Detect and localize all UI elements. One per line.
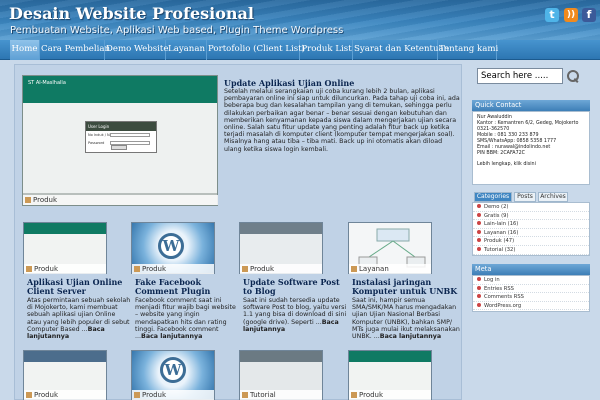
nav-item-portofolio[interactable]: Portofolio (Client List) (208, 40, 305, 60)
nav-item-tentang-kami[interactable]: Tentang kami (439, 40, 498, 60)
categories-widget: Demo (2) Gratis (9) Lain-lain (16) Layan… (472, 202, 590, 256)
tag-icon (242, 392, 248, 398)
main-nav: Home Cara Pembelian Demo Website Layanan… (0, 40, 600, 60)
list-item[interactable]: Produk (47) (473, 237, 589, 246)
contact-more-link[interactable]: Lebih lengkap, klik disini (477, 162, 585, 168)
nav-item-syarat[interactable]: Syarat dan Ketentuan (354, 40, 449, 60)
bullet-icon (477, 204, 481, 208)
site-header: Desain Website Profesional Pembuatan Web… (0, 0, 600, 40)
nav-item-cara-pembelian[interactable]: Cara Pembelian (41, 40, 110, 60)
tab-categories[interactable]: Categories (474, 192, 512, 202)
category-list: Demo (2) Gratis (9) Lain-lain (16) Layan… (473, 203, 589, 255)
list-item[interactable]: WordPress.org (473, 302, 589, 311)
bullet-icon (477, 302, 481, 307)
nav-item-demo-website[interactable]: Demo Website (106, 40, 168, 60)
search-input[interactable]: Search here ..... (477, 68, 563, 84)
meta-title: Meta (472, 264, 590, 275)
tag-icon (351, 392, 357, 398)
facebook-icon[interactable]: f (582, 8, 596, 22)
category-tag[interactable]: Produk (24, 390, 106, 400)
list-item[interactable]: Gratis (9) (473, 212, 589, 221)
meta-widget: Log in Entries RSS Comments RSS WordPres… (472, 275, 590, 312)
thumbnail-logo-text: ST Al-Maslhalla (28, 80, 66, 86)
nav-item-produk-list[interactable]: Produk List (301, 40, 353, 60)
post-excerpt: Saat ini sudah tersedia update software … (243, 297, 347, 333)
wordpress-icon: W (160, 357, 186, 383)
bullet-icon (477, 277, 481, 281)
tab-posts[interactable]: Posts (514, 192, 536, 202)
category-tag[interactable]: Produk (24, 264, 106, 274)
login-form-preview: User Login No Induk / Nama Password (85, 121, 157, 153)
list-item[interactable]: Entries RSS (473, 285, 589, 294)
quick-contact-widget: Nur Awaluddin Kantor : Kemantren 6/2, Ge… (472, 111, 590, 185)
tag-icon (134, 392, 140, 398)
featured-thumbnail[interactable]: ST Al-Maslhalla User Login No Induk / Na… (22, 75, 218, 206)
tag-icon (26, 266, 32, 272)
wordpress-icon: W (158, 233, 184, 259)
contact-info: Nur Awaluddin Kantor : Kemantren 6/2, Ge… (473, 112, 589, 171)
post-title[interactable]: Update Software Post to Blog (243, 278, 343, 296)
twitter-icon[interactable]: t (545, 8, 559, 22)
meta-list: Log in Entries RSS Comments RSS WordPres… (473, 276, 589, 311)
post-title[interactable]: Instalasi jaringan Komputer untuk UNBK (352, 278, 458, 296)
category-tag[interactable]: Produk (132, 264, 214, 274)
tab-archives[interactable]: Archives (538, 192, 568, 202)
thumbnail-header: ST Al-Maslhalla (23, 76, 217, 103)
tag-icon (351, 266, 357, 272)
bullet-icon (477, 229, 481, 234)
bullet-icon (477, 285, 481, 290)
featured-post-title[interactable]: Update Aplikasi Ujian Online (224, 79, 459, 88)
quick-contact-title: Quick Contact (472, 100, 590, 111)
list-item[interactable]: Layanan (16) (473, 229, 589, 238)
tag-icon (26, 392, 32, 398)
list-item[interactable]: Tutorial (32) (473, 246, 589, 255)
tag-icon (25, 197, 31, 203)
list-item[interactable]: Demo (2) (473, 203, 589, 212)
tag-icon (134, 266, 140, 272)
category-tag[interactable]: Tutorial (240, 390, 322, 400)
post-title[interactable]: Fake Facebook Comment Plugin (135, 278, 235, 296)
bullet-icon (477, 246, 481, 251)
bullet-icon (477, 238, 481, 243)
category-tag[interactable]: Produk (132, 390, 214, 400)
post-excerpt: Atas permintaan sebuah sekolah di Mojoke… (27, 297, 131, 341)
login-title: User Login (86, 122, 156, 131)
list-item[interactable]: Lain-lain (16) (473, 220, 589, 229)
list-item[interactable]: Comments RSS (473, 293, 589, 302)
featured-post-excerpt: Setelah melalui serangkaian uji coba kur… (224, 88, 460, 153)
nav-item-layanan[interactable]: Layanan (167, 40, 207, 60)
login-field: No Induk / Nama (86, 131, 156, 139)
site-title[interactable]: Desain Website Profesional (9, 4, 254, 23)
post-title[interactable]: Aplikasi Ujian Online Client Server (27, 278, 127, 296)
site-tagline: Pembuatan Website, Aplikasi Web based, P… (10, 25, 344, 36)
bullet-icon (477, 294, 481, 299)
bullet-icon (477, 221, 481, 226)
search-icon[interactable] (566, 69, 580, 83)
category-tag[interactable]: Produk (349, 390, 431, 400)
category-tag[interactable]: Produk (240, 264, 322, 274)
list-item[interactable]: Log in (473, 276, 589, 285)
bullet-icon (477, 212, 481, 217)
category-tag[interactable]: Layanan (349, 264, 431, 274)
tag-icon (242, 266, 248, 272)
rss-icon[interactable]: )) (564, 8, 578, 22)
category-tag[interactable]: Produk (23, 195, 218, 205)
nav-item-home[interactable]: Home (10, 40, 40, 60)
post-excerpt: Saat ini, hampir semua SMA/SMK/MA harus … (352, 297, 460, 341)
login-button-preview (111, 145, 127, 150)
post-excerpt: Facebook comment saat ini menjadi fitur … (135, 297, 236, 341)
